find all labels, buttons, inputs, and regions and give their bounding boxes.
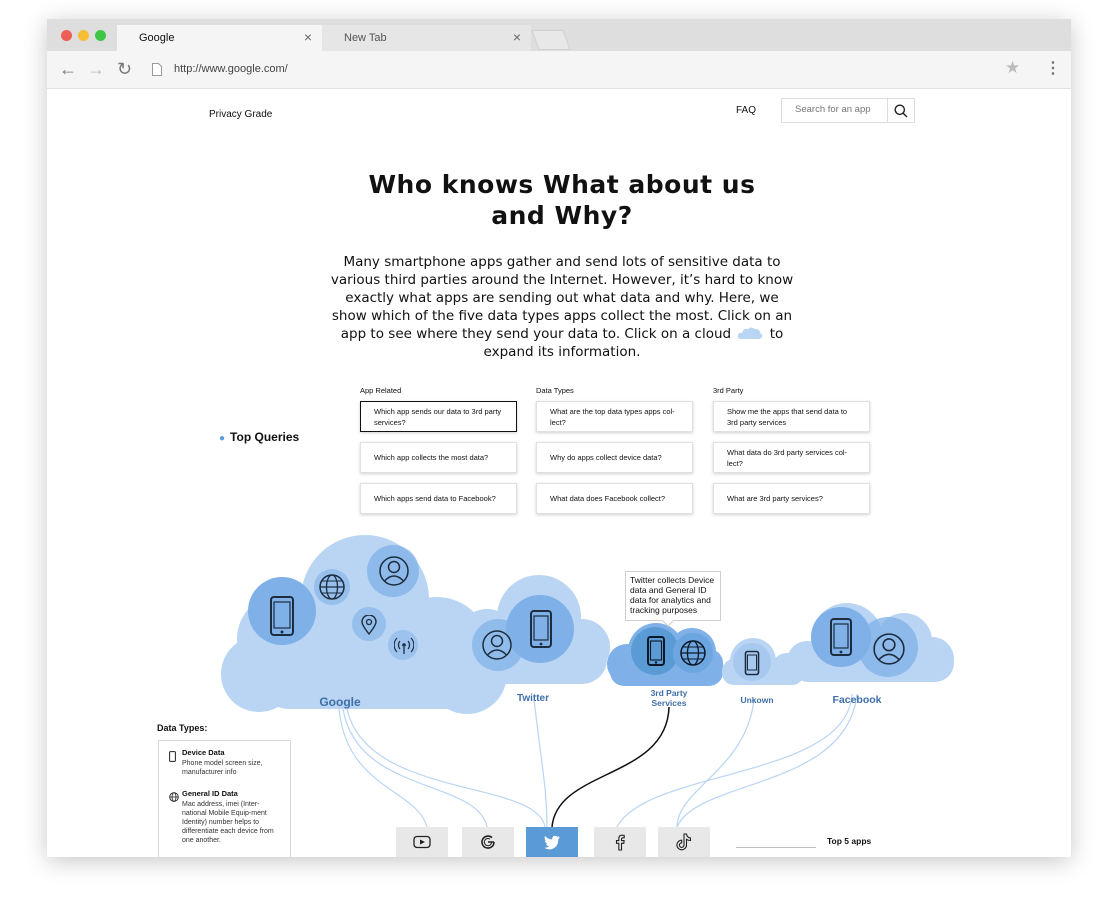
phone-icon <box>169 751 176 762</box>
tab-google[interactable]: Google × <box>117 25 322 51</box>
new-tab-button[interactable] <box>531 30 571 50</box>
tooltip-pointer <box>662 620 674 627</box>
app-button-google[interactable] <box>462 827 514 857</box>
reload-icon[interactable]: ↻ <box>117 59 132 80</box>
tab-label: New Tab <box>344 32 387 44</box>
cloud-label-unknown[interactable]: Unkown <box>729 695 785 705</box>
query-card[interactable]: What data do 3rd party services col-lect… <box>713 442 870 473</box>
cloud-label-twitter[interactable]: Twitter <box>503 693 563 704</box>
column-heading-3rd-party: 3rd Party <box>713 386 744 395</box>
active-connector <box>551 706 670 828</box>
query-card[interactable]: Which app collects the most data? <box>360 442 517 473</box>
search-box <box>781 98 915 123</box>
broadcast-icon <box>394 637 414 654</box>
phone-icon <box>530 610 552 648</box>
menu-icon[interactable]: ⋮ <box>1045 58 1061 78</box>
maximize-window-dot[interactable] <box>95 30 106 41</box>
app-button-facebook[interactable] <box>594 827 646 857</box>
globe-icon <box>169 792 179 802</box>
legend-item-title: Device Data <box>182 748 225 757</box>
cloud-label-facebook[interactable]: Facebook <box>825 694 889 706</box>
youtube-icon <box>413 835 431 849</box>
person-icon <box>873 633 905 665</box>
query-card[interactable]: Why do apps collect device data? <box>536 442 693 473</box>
globe-icon <box>680 640 706 666</box>
phone-icon <box>270 596 294 636</box>
address-bar: ← → ↻ http://www.google.com/ ★ ⋮ <box>47 51 1071 89</box>
url-field[interactable]: http://www.google.com/ <box>174 63 288 75</box>
cloud-tooltip: Twitter collects Device data and General… <box>625 571 721 621</box>
person-icon <box>379 556 409 586</box>
brand-link[interactable]: Privacy Grade <box>209 109 272 120</box>
legend-item-title: General ID Data <box>182 789 238 798</box>
person-icon <box>482 630 512 660</box>
cloud-icon <box>738 327 763 339</box>
phone-icon <box>647 636 665 666</box>
query-card[interactable]: Show me the apps that send data to 3rd p… <box>713 401 870 432</box>
globe-icon <box>319 574 345 600</box>
data-types-heading: Data Types: <box>157 723 208 733</box>
forward-icon[interactable]: → <box>87 59 105 80</box>
search-input[interactable] <box>782 99 895 120</box>
close-tab-icon[interactable]: × <box>304 29 312 45</box>
close-window-dot[interactable] <box>61 30 72 41</box>
browser-window: Google × New Tab × ← → ↻ http://www.goog… <box>47 19 1071 857</box>
page-icon <box>152 63 162 76</box>
top-queries-heading: ● Top Queries <box>219 430 300 444</box>
back-icon[interactable]: ← <box>59 59 77 80</box>
app-button-youtube[interactable] <box>396 827 448 857</box>
bookmark-star-icon[interactable]: ★ <box>1005 58 1020 78</box>
page-title: Who knows What about us and Why? <box>368 170 756 230</box>
search-button[interactable] <box>887 99 914 122</box>
legend-item: General ID Data Mac address, imei (Inter… <box>159 789 290 857</box>
query-card[interactable]: Which app sends our data to 3rd party se… <box>360 401 517 432</box>
app-button-twitter[interactable] <box>526 827 578 857</box>
minimize-window-dot[interactable] <box>78 30 89 41</box>
bullet-icon: ● <box>219 433 226 444</box>
cloud-label-3rd-party[interactable]: 3rd Party Services <box>643 688 695 708</box>
column-heading-data-types: Data Types <box>536 386 574 395</box>
faq-link[interactable]: FAQ <box>736 105 756 116</box>
tab-label: Google <box>139 32 175 44</box>
cloud-label-google[interactable]: Google <box>309 695 371 709</box>
close-tab-icon[interactable]: × <box>513 29 521 45</box>
app-button-tiktok[interactable] <box>658 827 710 857</box>
top5-divider <box>736 847 816 848</box>
tab-strip: Google × New Tab × <box>47 19 1071 51</box>
legend-item: Device Data Phone model screen size, man… <box>159 748 290 784</box>
intro-text: Many smartphone apps gather and send lot… <box>330 254 794 360</box>
search-icon <box>894 104 908 118</box>
page-content: Privacy Grade FAQ Who knows What about u… <box>47 89 1071 857</box>
facebook-icon <box>615 834 625 851</box>
tab-new-tab[interactable]: New Tab × <box>322 25 531 51</box>
tiktok-icon <box>676 833 692 851</box>
phone-icon <box>830 618 852 656</box>
google-icon <box>481 835 495 849</box>
legend-item-desc: Mac address, imei (Inter-national Mobile… <box>182 801 274 844</box>
location-pin-icon <box>361 615 377 635</box>
column-heading-app-related: App Related <box>360 386 402 395</box>
legend-item-desc: Phone model screen size, manufacturer in… <box>182 760 263 776</box>
twitter-icon <box>544 835 560 849</box>
query-card[interactable]: What are the top data types apps col-lec… <box>536 401 693 432</box>
data-types-legend: Device Data Phone model screen size, man… <box>158 740 291 857</box>
top5-label: Top 5 apps <box>827 836 872 846</box>
phone-icon <box>744 650 760 676</box>
